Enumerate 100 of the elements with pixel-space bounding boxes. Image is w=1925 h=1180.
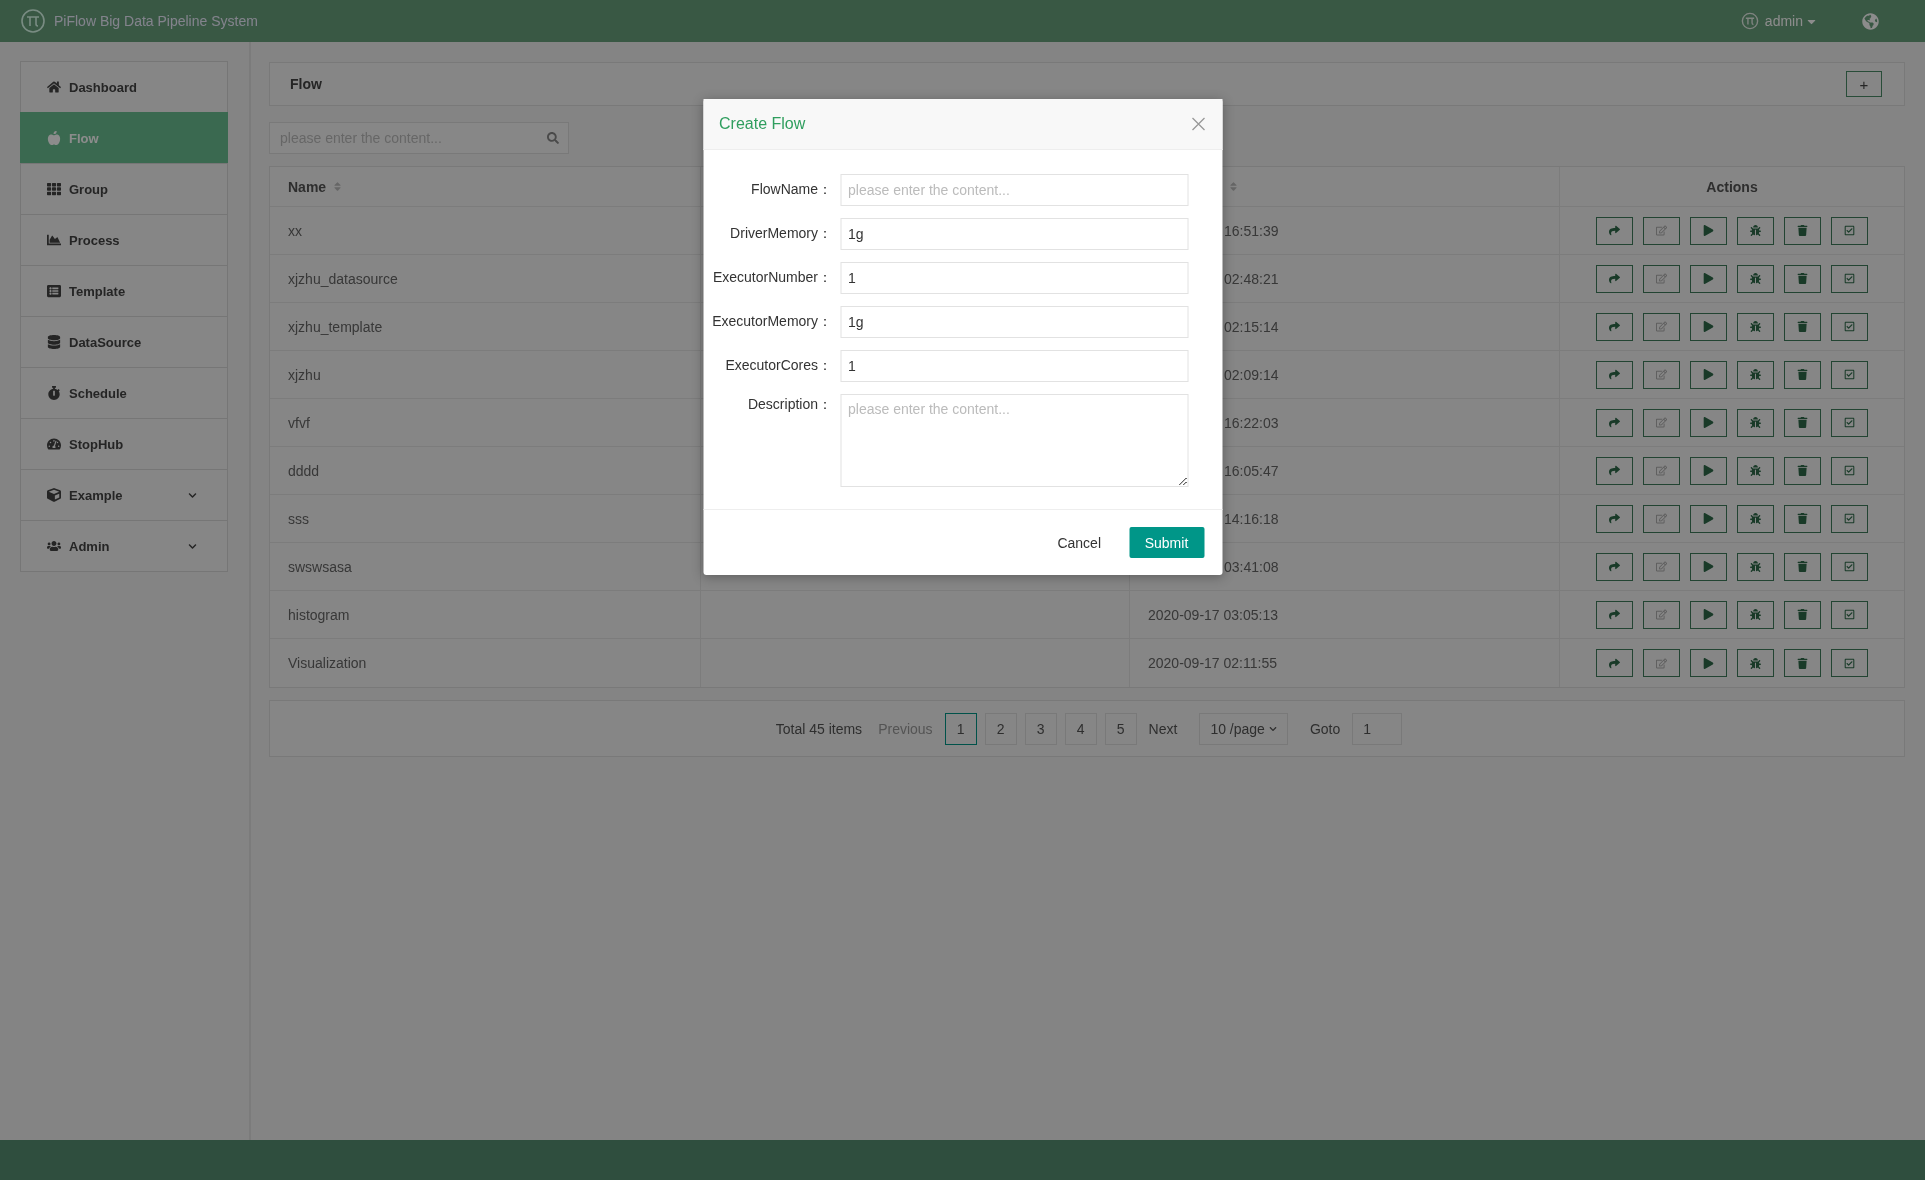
bug-button[interactable] xyxy=(1737,649,1774,677)
trash-button[interactable] xyxy=(1784,408,1821,437)
bug-button[interactable] xyxy=(1737,552,1774,581)
input-field[interactable]: 1 xyxy=(840,350,1188,382)
close-icon[interactable] xyxy=(1190,116,1206,132)
play-button[interactable] xyxy=(1690,264,1727,293)
bug-icon xyxy=(1750,369,1761,380)
play-button[interactable] xyxy=(1690,360,1727,389)
table-cell: vfvf xyxy=(288,414,310,431)
field-label: ExecutorMemory： xyxy=(711,313,832,331)
cube-icon xyxy=(47,488,61,502)
sidebar-item[interactable]: Schedule xyxy=(20,367,228,419)
sidebar-item[interactable]: Dashboard xyxy=(20,61,228,113)
check-button[interactable] xyxy=(1831,216,1868,245)
check-icon xyxy=(1844,321,1855,332)
table-cell: xjzhu xyxy=(288,366,321,383)
share-button[interactable] xyxy=(1596,600,1633,629)
input-field[interactable]: please enter the content... xyxy=(840,174,1188,206)
home-icon xyxy=(47,80,61,94)
check-button[interactable] xyxy=(1831,504,1868,533)
list-icon xyxy=(47,284,61,298)
share-button[interactable] xyxy=(1596,408,1633,437)
bug-icon xyxy=(1750,465,1761,476)
sidebar-label: Dashboard xyxy=(69,79,138,95)
search-icon[interactable] xyxy=(547,132,559,144)
globe-icon[interactable] xyxy=(1862,12,1879,30)
page-button[interactable]: 5 xyxy=(1104,712,1137,745)
share-button[interactable] xyxy=(1596,504,1633,533)
trash-button[interactable] xyxy=(1784,456,1821,485)
check-button[interactable] xyxy=(1831,600,1868,629)
trash-button[interactable] xyxy=(1784,360,1821,389)
submit-button[interactable]: Submit xyxy=(1129,527,1204,558)
bug-button[interactable] xyxy=(1737,456,1774,485)
check-icon xyxy=(1844,369,1855,380)
page-button[interactable]: 2 xyxy=(984,712,1017,745)
bug-button[interactable] xyxy=(1737,216,1774,245)
trash-button[interactable] xyxy=(1784,552,1821,581)
check-button[interactable] xyxy=(1831,360,1868,389)
share-icon xyxy=(1609,465,1620,476)
input-field[interactable]: 1 xyxy=(840,262,1188,294)
share-button[interactable] xyxy=(1596,312,1633,341)
sidebar-item[interactable]: DataSource xyxy=(20,316,228,368)
goto-field[interactable]: 1 xyxy=(1352,712,1403,745)
page-button[interactable]: 1 xyxy=(944,712,977,745)
trash-button[interactable] xyxy=(1784,216,1821,245)
table-cell: xx xyxy=(288,222,302,239)
user-menu[interactable]: admin xyxy=(1764,13,1803,29)
trash-button[interactable] xyxy=(1784,504,1821,533)
check-button[interactable] xyxy=(1831,312,1868,341)
check-button[interactable] xyxy=(1831,264,1868,293)
goto-label: Goto xyxy=(1309,720,1341,737)
table-cell: 02:48:21 xyxy=(1224,270,1279,287)
sidebar-item[interactable]: Template xyxy=(20,265,228,317)
page-button[interactable]: 3 xyxy=(1024,712,1057,745)
play-button[interactable] xyxy=(1690,600,1727,629)
play-button[interactable] xyxy=(1690,552,1727,581)
check-icon xyxy=(1844,273,1855,284)
share-button[interactable] xyxy=(1596,360,1633,389)
trash-button[interactable] xyxy=(1784,312,1821,341)
bug-button[interactable] xyxy=(1737,600,1774,629)
share-button[interactable] xyxy=(1596,552,1633,581)
trash-icon xyxy=(1797,561,1808,572)
share-button[interactable] xyxy=(1596,456,1633,485)
sidebar-item[interactable]: Process xyxy=(20,214,228,266)
share-button[interactable] xyxy=(1596,649,1633,677)
add-button[interactable]: + xyxy=(1846,71,1882,97)
bug-button[interactable] xyxy=(1737,264,1774,293)
bug-button[interactable] xyxy=(1737,360,1774,389)
sidebar-item[interactable]: Example xyxy=(20,469,228,521)
input-field[interactable]: 1g xyxy=(840,218,1188,250)
check-button[interactable] xyxy=(1831,649,1868,677)
bug-button[interactable] xyxy=(1737,408,1774,437)
page-button[interactable]: 4 xyxy=(1064,712,1097,745)
play-button[interactable] xyxy=(1690,408,1727,437)
play-button[interactable] xyxy=(1690,216,1727,245)
check-button[interactable] xyxy=(1831,456,1868,485)
page-size-select[interactable]: 10 /page xyxy=(1199,712,1288,745)
trash-button[interactable] xyxy=(1784,264,1821,293)
description-field[interactable]: please enter the content... xyxy=(840,394,1188,487)
bug-button[interactable] xyxy=(1737,312,1774,341)
play-button[interactable] xyxy=(1690,649,1727,677)
bug-button[interactable] xyxy=(1737,504,1774,533)
share-button[interactable] xyxy=(1596,264,1633,293)
check-button[interactable] xyxy=(1831,408,1868,437)
bug-icon xyxy=(1750,417,1761,428)
next-link[interactable]: Next xyxy=(1148,720,1178,737)
input-field[interactable]: 1g xyxy=(840,306,1188,338)
table-cell: xjzhu_datasource xyxy=(288,270,398,287)
share-button[interactable] xyxy=(1596,216,1633,245)
share-icon xyxy=(1609,609,1620,620)
trash-button[interactable] xyxy=(1784,649,1821,677)
sidebar-item[interactable]: StopHub xyxy=(20,418,228,470)
play-button[interactable] xyxy=(1690,456,1727,485)
check-button[interactable] xyxy=(1831,552,1868,581)
play-button[interactable] xyxy=(1690,312,1727,341)
sidebar-item[interactable]: Admin xyxy=(20,520,228,572)
sidebar-item[interactable]: Group xyxy=(20,163,228,215)
trash-button[interactable] xyxy=(1784,600,1821,629)
cancel-button[interactable]: Cancel xyxy=(1051,533,1107,552)
play-button[interactable] xyxy=(1690,504,1727,533)
